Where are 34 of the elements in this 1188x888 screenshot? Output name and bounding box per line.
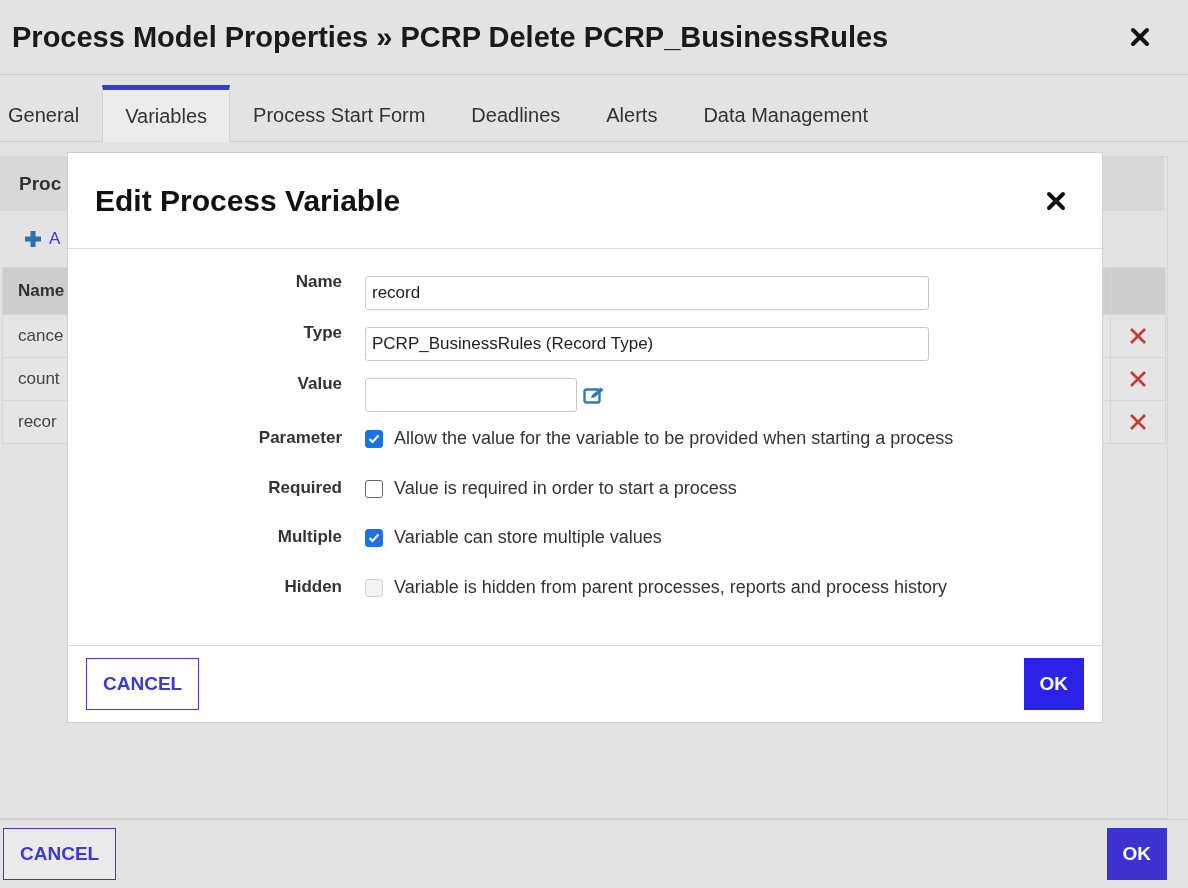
- option-label: Hidden: [284, 575, 342, 598]
- close-icon[interactable]: [1130, 27, 1150, 47]
- checkbox[interactable]: [365, 529, 383, 547]
- delete-icon[interactable]: [1129, 370, 1147, 388]
- ok-button[interactable]: OK: [1106, 828, 1167, 880]
- cancel-button[interactable]: CANCEL: [3, 828, 117, 880]
- checkbox[interactable]: [365, 479, 383, 498]
- text-field[interactable]: PCRP_BusinessRules (Record Type): [365, 327, 929, 361]
- tab[interactable]: Variables: [102, 85, 231, 142]
- option-text: Variable can store multiple values: [394, 527, 662, 548]
- option-label: Required: [268, 476, 342, 499]
- plus-icon[interactable]: [24, 230, 42, 248]
- close-icon[interactable]: [1046, 190, 1066, 211]
- value-field[interactable]: [365, 378, 577, 412]
- window-title: Process Model Properties » PCRP Delete PCRP_BusinessRules: [12, 20, 889, 54]
- add-link[interactable]: A: [49, 229, 61, 249]
- option-text: Variable is hidden from parent processes, reports and process history: [394, 576, 947, 598]
- checkbox[interactable]: [365, 430, 383, 448]
- tab[interactable]: General: [0, 85, 103, 141]
- edit-icon[interactable]: [583, 385, 605, 405]
- field-label: Value: [297, 373, 342, 395]
- tab[interactable]: Data Management: [680, 85, 891, 141]
- tab[interactable]: Alerts: [583, 85, 681, 141]
- tab[interactable]: Process Start Form: [230, 85, 449, 141]
- delete-icon[interactable]: [1129, 327, 1147, 345]
- field-label: Name: [295, 271, 342, 293]
- option-label: Multiple: [277, 526, 342, 548]
- cancel-button[interactable]: CANCEL: [86, 658, 200, 710]
- text-field[interactable]: record: [365, 276, 929, 310]
- delete-icon[interactable]: [1129, 413, 1147, 431]
- tab[interactable]: Deadlines: [448, 85, 584, 141]
- option-text: Value is required in order to start a process: [394, 477, 737, 499]
- ok-button[interactable]: OK: [1023, 658, 1084, 710]
- field-label: Type: [303, 322, 342, 344]
